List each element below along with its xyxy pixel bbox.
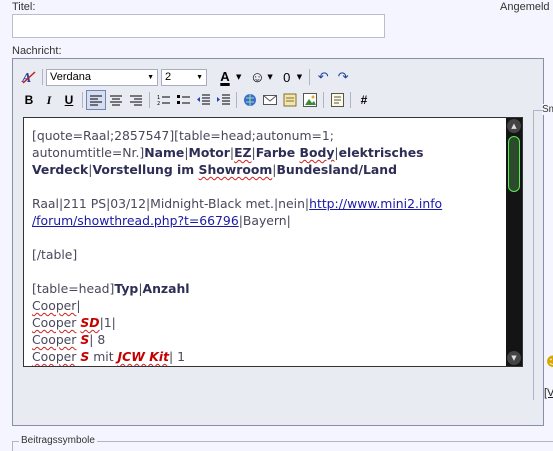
toolbar-row-2: B I U 12 #	[19, 90, 374, 110]
attachment-icon[interactable]: 0	[277, 67, 297, 87]
align-right-icon[interactable]	[126, 90, 146, 110]
bold-button[interactable]: B	[19, 90, 39, 110]
editor-panel: A Verdana▼ 2▼ A ▼ ☺ ▼ 0 ▼ ↶ ↷ B I U 12	[12, 58, 544, 426]
chevron-down-icon[interactable]: ▼	[297, 73, 302, 81]
editor-line: Cooper S mit JCW Kit| 1	[32, 349, 186, 364]
link-url[interactable]: /forum/showthread.php?t=66796	[32, 213, 239, 228]
undo-icon[interactable]: ↶	[313, 67, 333, 87]
insert-quote-icon[interactable]	[280, 90, 300, 110]
svg-text:A: A	[21, 71, 31, 85]
toolbar-row-1: A Verdana ▼ 2 ▼ A ▼ ☺ ▼ 0 ▼ ↶ ↷	[19, 67, 353, 87]
editor-line: [quote=Raal;2857547][table=head;autonum=…	[32, 128, 334, 143]
editor-line: autonumtitle=Nr.]Name|Motor|EZ|Farbe Bod…	[32, 145, 424, 160]
insert-wrap-button[interactable]: #	[354, 90, 374, 110]
size-select[interactable]: 2 ▼	[161, 68, 207, 86]
chevron-down-icon: ▼	[196, 73, 203, 81]
scrollbar[interactable]: ▲ ▼	[506, 118, 522, 366]
scroll-down-icon[interactable]: ▼	[507, 351, 521, 365]
unordered-list-icon[interactable]	[173, 90, 193, 110]
toolbar-separator	[42, 69, 43, 85]
editor-line: Cooper|	[32, 298, 81, 313]
smilie-icon[interactable]: ☻	[546, 355, 553, 370]
smilies-legend: Sm	[542, 104, 553, 115]
scrollbar-thumb[interactable]	[508, 136, 520, 192]
toolbar-separator	[350, 92, 351, 108]
smilies-fieldset: Sm ☻ [V	[533, 104, 553, 400]
post-icons-legend: Beitragssymbole	[19, 435, 97, 446]
editor-line: Verdeck|Vorstellung im Showroom|Bundesla…	[32, 162, 397, 177]
title-input[interactable]	[12, 14, 385, 38]
align-left-icon[interactable]	[86, 90, 106, 110]
font-select-value: Verdana	[50, 71, 91, 83]
smilie-icon[interactable]: ☺	[247, 67, 267, 87]
toolbar-separator	[82, 92, 83, 108]
insert-email-icon[interactable]	[260, 90, 280, 110]
insert-link-icon[interactable]	[240, 90, 260, 110]
editor-line: [/table]	[32, 247, 78, 262]
outdent-icon[interactable]	[193, 90, 213, 110]
size-select-value: 2	[165, 71, 172, 83]
font-color-icon: A	[220, 69, 230, 84]
toolbar-separator	[323, 92, 324, 108]
logged-in-label: Angemeld	[500, 1, 550, 13]
editor-line: /forum/showthread.php?t=66796|Bayern|	[32, 213, 291, 228]
svg-text:2: 2	[157, 101, 160, 106]
post-icons-fieldset: Beitragssymbole	[12, 435, 553, 451]
editor-line: [table=head]Typ|Anzahl	[32, 281, 190, 296]
message-label: Nachricht:	[12, 45, 62, 57]
message-text: [quote=Raal;2857547][table=head;autonum=…	[32, 127, 490, 365]
italic-button[interactable]: I	[39, 90, 59, 110]
insert-code-icon[interactable]	[327, 90, 347, 110]
message-textarea[interactable]: [quote=Raal;2857547][table=head;autonum=…	[23, 117, 523, 367]
underline-button[interactable]: U	[59, 90, 79, 110]
editor-line: Raal|211 PS|03/12|Midnight-Black met.|ne…	[32, 196, 443, 211]
toolbar-separator	[149, 92, 150, 108]
scroll-up-icon[interactable]: ▲	[507, 119, 521, 133]
more-smilies-link[interactable]: [V	[544, 387, 553, 399]
chevron-down-icon[interactable]: ▼	[236, 73, 241, 81]
toolbar-separator	[236, 92, 237, 108]
chevron-down-icon[interactable]: ▼	[267, 73, 272, 81]
redo-icon[interactable]: ↷	[333, 67, 353, 87]
chevron-down-icon: ▼	[147, 73, 154, 81]
align-center-icon[interactable]	[106, 90, 126, 110]
editor-line: Cooper S| 8	[32, 332, 106, 347]
title-label: Titel:	[12, 1, 36, 13]
editor-line: Cooper SD|1|	[32, 315, 116, 330]
insert-image-icon[interactable]	[300, 90, 320, 110]
ordered-list-icon[interactable]: 12	[153, 90, 173, 110]
toolbar-separator	[309, 69, 311, 85]
switch-mode-icon[interactable]: A	[19, 67, 39, 87]
link-url[interactable]: http://www.mini2.info	[309, 196, 442, 211]
font-select[interactable]: Verdana ▼	[46, 68, 158, 86]
indent-icon[interactable]	[213, 90, 233, 110]
